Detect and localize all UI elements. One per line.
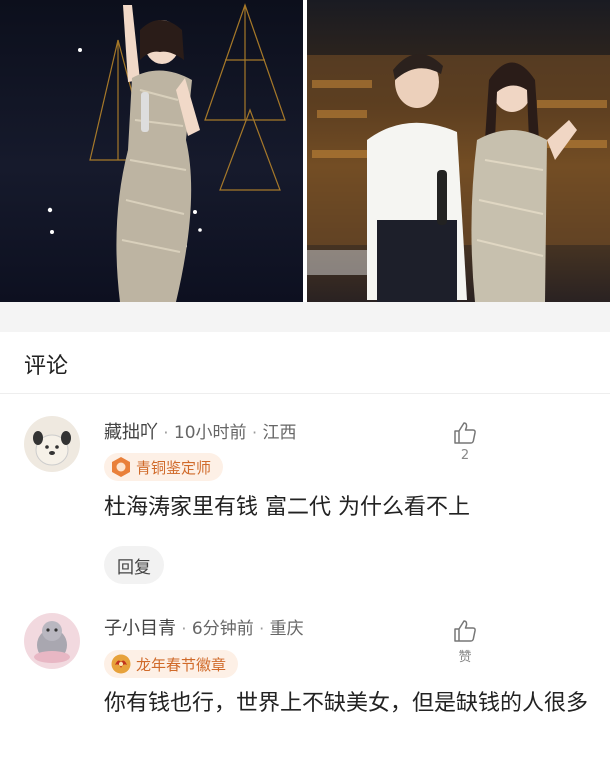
badge-label: 龙年春节徽章 [136, 655, 227, 674]
comments-title: 评论 [24, 354, 69, 379]
stage-photo-right-image [307, 53, 610, 302]
location: 重庆 [269, 619, 304, 639]
comment-text: 你有钱也行，世界上不缺美女，但是缺钱的人很多 [104, 691, 589, 716]
meta-separator: · [181, 619, 187, 638]
comment-item: 藏拙吖 · 10小时前 · 江西 青铜鉴定师 杜海涛家里有钱 富二代 为什么看不… [0, 412, 610, 592]
user-badge[interactable]: 龙年春节徽章 [104, 650, 239, 678]
stage-photo-left[interactable] [0, 0, 303, 302]
username[interactable]: 藏拙吖 [104, 422, 158, 443]
stage-photo-right[interactable] [307, 0, 610, 302]
comments-header: 评论 [0, 332, 610, 394]
thumbs-up-icon [454, 422, 476, 444]
user-badge[interactable]: 青铜鉴定师 [104, 453, 224, 481]
reply-button[interactable]: 回复 [104, 546, 164, 584]
comment-meta: 藏拙吖 · 10小时前 · 江西 [104, 418, 296, 444]
dragon-new-year-icon [111, 654, 131, 674]
section-divider [0, 302, 610, 332]
bear-avatar-icon [24, 416, 80, 472]
location: 江西 [262, 423, 297, 443]
thumbs-up-icon [454, 620, 476, 642]
avatar[interactable] [24, 613, 80, 669]
photo-strip [0, 0, 610, 302]
like-label: 赞 [458, 650, 472, 665]
like-count: 2 [460, 448, 470, 463]
timestamp: 6分钟前 [191, 619, 254, 639]
avatar[interactable] [24, 416, 80, 472]
meta-separator: · [259, 619, 265, 638]
comment-item: 子小目青 · 6分钟前 · 重庆 龙年春节徽章 你有钱也行，世界上不缺美女，但是… [0, 610, 610, 765]
stage-photo-left-image [47, 3, 286, 302]
username[interactable]: 子小目青 [104, 618, 176, 639]
bronze-appraiser-icon [112, 457, 130, 477]
comment-text: 杜海涛家里有钱 富二代 为什么看不上 [104, 495, 470, 520]
badge-label: 青铜鉴定师 [136, 458, 212, 477]
like-button[interactable]: 赞 [448, 618, 482, 665]
meta-separator: · [251, 423, 258, 442]
plush-avatar-icon [24, 613, 80, 669]
like-button[interactable]: 2 [448, 420, 482, 463]
timestamp: 10小时前 [173, 423, 247, 443]
meta-separator: · [163, 423, 169, 442]
comment-meta: 子小目青 · 6分钟前 · 重庆 [104, 614, 304, 640]
